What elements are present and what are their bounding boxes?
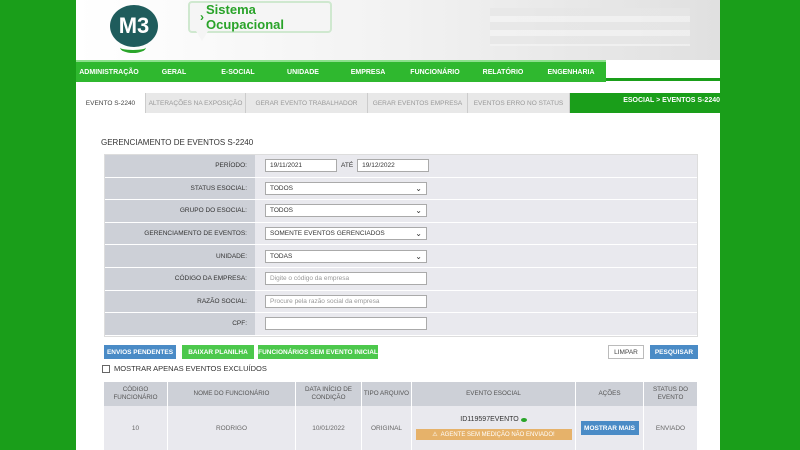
nav-divider xyxy=(606,78,720,81)
baixar-planilha-button[interactable]: BAIXAR PLANILHA xyxy=(182,345,254,359)
row-razao: RAZÃO SOCIAL: Procure pela razão social … xyxy=(105,290,697,314)
chevron-down-icon: ⌄ xyxy=(415,206,422,216)
row-codigo: CÓDIGO DA EMPRESA: Digite o código da em… xyxy=(105,267,697,291)
cell-nome: RODRIGO xyxy=(168,406,296,450)
grupo-select[interactable]: TODOS ⌄ xyxy=(265,204,427,218)
nav-funcionario[interactable]: FUNCIONÁRIO xyxy=(400,62,470,82)
unidade-label: UNIDADE: xyxy=(105,245,255,267)
status-select[interactable]: TODOS ⌄ xyxy=(265,181,427,195)
periodo-label: PERÍODO: xyxy=(105,155,255,177)
pesquisar-button[interactable]: PESQUISAR xyxy=(650,345,698,359)
breadcrumb: ESOCIAL > EVENTOS S-2240 xyxy=(623,97,720,104)
page-title: GERENCIAMENTO DE EVENTOS S-2240 xyxy=(101,138,254,147)
nav-empresa[interactable]: EMPRESA xyxy=(336,62,400,82)
brand-banner: › Sistema Ocupacional xyxy=(188,1,332,41)
warning-badge: ⚠ AGENTE SEM MEDIÇÃO NÃO ENVIADO! xyxy=(415,429,572,440)
chevron-down-icon: ⌄ xyxy=(415,251,422,261)
tab-alteracoes-exposicao[interactable]: ALTERAÇÕES NA EXPOSIÇÃO xyxy=(146,93,246,113)
tab-gerar-eventos-empresa[interactable]: GERAR EVENTOS EMPRESA xyxy=(368,93,468,113)
unidade-value: TODAS xyxy=(270,252,293,260)
codigo-input[interactable]: Digite o código da empresa xyxy=(265,272,427,286)
cpf-label: CPF: xyxy=(105,313,255,335)
razao-input[interactable]: Procure pela razão social da empresa xyxy=(265,294,427,308)
evento-id[interactable]: ID119597EVENTO xyxy=(460,416,527,423)
row-unidade: UNIDADE: TODAS ⌄ xyxy=(105,245,697,268)
tab-eventos-erro-status[interactable]: EVENTOS ERRO NO STATUS xyxy=(468,93,570,113)
nav-administracao[interactable]: ADMINISTRAÇÃO xyxy=(76,62,142,82)
unidade-select[interactable]: TODAS ⌄ xyxy=(265,249,427,263)
excluded-events-checkbox[interactable]: MOSTRAR APENAS EVENTOS EXCLUÍDOS xyxy=(102,364,267,373)
table-row: 10 RODRIGO 10/01/2022 ORIGINAL ID119597E… xyxy=(104,406,698,450)
chevron-down-icon: ⌄ xyxy=(415,183,422,193)
checkbox-box[interactable] xyxy=(102,364,110,373)
grupo-value: TODOS xyxy=(270,207,293,215)
col-nome: NOME DO FUNCIONÁRIO xyxy=(168,382,296,406)
row-grupo: GRUPO DO ESOCIAL: TODOS ⌄ xyxy=(105,200,697,223)
funcionarios-sem-evento-button[interactable]: FUNCIONÁRIOS SEM EVENTO INICIAL xyxy=(258,345,378,359)
mostrar-mais-button[interactable]: MOSTRAR MAIS xyxy=(580,421,639,435)
sub-nav: EVENTO S-2240 ALTERAÇÕES NA EXPOSIÇÃO GE… xyxy=(76,93,720,113)
chevron-down-icon: ⌄ xyxy=(415,229,422,239)
row-gerenciamento: GERENCIAMENTO DE EVENTOS: SOMENTE EVENTO… xyxy=(105,222,697,246)
limpar-button[interactable]: LIMPAR xyxy=(608,345,644,359)
nav-engenharia[interactable]: ENGENHARIA xyxy=(536,62,606,82)
codigo-label: CÓDIGO DA EMPRESA: xyxy=(105,267,255,290)
evento-id-text: ID119597EVENTO xyxy=(460,416,519,423)
logo-text: M3 xyxy=(118,13,150,38)
warning-icon: ⚠ xyxy=(432,432,438,438)
cell-tipo: ORIGINAL xyxy=(362,406,412,450)
logo[interactable]: M3 xyxy=(110,5,158,53)
cell-acoes: MOSTRAR MAIS xyxy=(576,406,644,450)
cell-data: 10/01/2022 xyxy=(296,406,362,450)
col-codigo: CÓDIGO FUNCIONÁRIO xyxy=(104,382,168,406)
blurred-user-info xyxy=(490,8,690,46)
brand-name: Sistema Ocupacional xyxy=(206,2,285,32)
gerenciamento-value: SOMENTE EVENTOS GERENCIADOS xyxy=(270,230,385,238)
filter-form: PERÍODO: 19/11/2021 ATÉ 19/12/2022 STATU… xyxy=(104,154,698,337)
eye-icon[interactable] xyxy=(520,417,527,422)
brand-arrow-icon: › xyxy=(200,10,204,24)
grupo-label: GRUPO DO ESOCIAL: xyxy=(105,200,255,222)
nav-relatorio[interactable]: RELATÓRIO xyxy=(470,62,536,82)
header: M3 › Sistema Ocupacional xyxy=(76,0,720,60)
col-data: DATA INÍCIO DE CONDIÇÃO xyxy=(296,382,362,406)
razao-label: RAZÃO SOCIAL: xyxy=(105,290,255,313)
col-tipo: TIPO ARQUIVO xyxy=(362,382,412,406)
col-acoes: AÇÕES xyxy=(576,382,644,406)
table-header: CÓDIGO FUNCIONÁRIO NOME DO FUNCIONÁRIO D… xyxy=(104,382,698,406)
cpf-input[interactable] xyxy=(265,317,427,331)
nav-geral[interactable]: GERAL xyxy=(142,62,206,82)
cell-codigo: 10 xyxy=(104,406,168,450)
ate-label: ATÉ xyxy=(341,162,354,170)
col-status: STATUS DO EVENTO xyxy=(644,382,698,406)
periodo-to-input[interactable]: 19/12/2022 xyxy=(357,159,430,173)
main-nav: ADMINISTRAÇÃO GERAL E-SOCIAL UNIDADE EMP… xyxy=(76,60,606,82)
nav-unidade[interactable]: UNIDADE xyxy=(270,62,336,82)
checkbox-label: MOSTRAR APENAS EVENTOS EXCLUÍDOS xyxy=(114,364,267,373)
gerenciamento-select[interactable]: SOMENTE EVENTOS GERENCIADOS ⌄ xyxy=(265,227,427,241)
action-buttons: ENVIOS PENDENTES BAIXAR PLANILHA FUNCION… xyxy=(104,345,698,359)
gerenciamento-label: GERENCIAMENTO DE EVENTOS: xyxy=(105,222,255,245)
periodo-from-input[interactable]: 19/11/2021 xyxy=(265,159,337,173)
cell-status: ENVIADO xyxy=(644,406,698,450)
nav-esocial[interactable]: E-SOCIAL xyxy=(206,62,270,82)
col-evento: EVENTO ESOCIAL xyxy=(412,382,576,406)
row-cpf: CPF: xyxy=(105,313,697,336)
cell-evento: ID119597EVENTO ⚠ AGENTE SEM MEDIÇÃO NÃO E… xyxy=(412,406,576,450)
status-label: STATUS ESOCIAL: xyxy=(105,177,255,200)
app-frame: M3 › Sistema Ocupacional ADMINISTRAÇÃO G… xyxy=(76,0,720,450)
events-table: CÓDIGO FUNCIONÁRIO NOME DO FUNCIONÁRIO D… xyxy=(104,382,698,450)
warning-text: AGENTE SEM MEDIÇÃO NÃO ENVIADO! xyxy=(440,431,555,438)
status-value: TODOS xyxy=(270,184,293,192)
tab-evento-s2240[interactable]: EVENTO S-2240 xyxy=(76,93,146,113)
tab-gerar-evento-trabalhador[interactable]: GERAR EVENTO TRABALHADOR xyxy=(246,93,368,113)
row-status: STATUS ESOCIAL: TODOS ⌄ xyxy=(105,177,697,201)
envios-pendentes-button[interactable]: ENVIOS PENDENTES xyxy=(104,345,176,359)
row-periodo: PERÍODO: 19/11/2021 ATÉ 19/12/2022 xyxy=(105,155,697,178)
